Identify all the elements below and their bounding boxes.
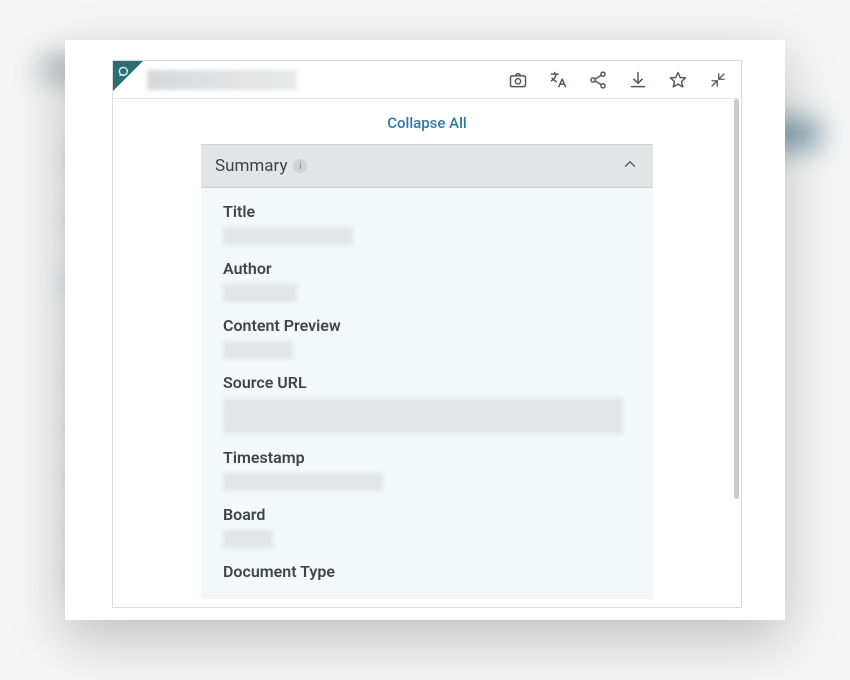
app-badge-icon <box>113 61 143 91</box>
translate-icon[interactable] <box>547 69 569 91</box>
summary-section-body: Title Author Content Preview Source URL … <box>201 188 653 599</box>
minimize-icon[interactable] <box>707 69 729 91</box>
field-label: Title <box>223 202 653 221</box>
field-source-url: Source URL <box>223 363 653 438</box>
field-value-redacted <box>223 227 353 245</box>
share-icon[interactable] <box>587 69 609 91</box>
download-icon[interactable] <box>627 69 649 91</box>
field-label: Document Type <box>223 562 653 581</box>
field-value-redacted <box>223 341 293 359</box>
field-label: Timestamp <box>223 448 653 467</box>
scrollbar[interactable] <box>734 99 739 499</box>
field-value-redacted <box>223 530 273 548</box>
field-value-redacted <box>223 473 383 491</box>
collapse-all-link[interactable]: Collapse All <box>387 114 467 132</box>
field-value-redacted <box>223 398 623 434</box>
summary-section: Summary i Title Author Content Preview S… <box>201 144 653 599</box>
field-label: Source URL <box>223 373 653 392</box>
collapse-row: Collapse All <box>113 99 741 144</box>
field-content-preview: Content Preview <box>223 306 653 363</box>
field-timestamp: Timestamp <box>223 438 653 495</box>
field-label: Board <box>223 505 653 524</box>
summary-section-header[interactable]: Summary i <box>201 144 653 188</box>
detail-panel: Collapse All Summary i Title Author Cont… <box>112 60 742 608</box>
toolbar-actions <box>507 69 741 91</box>
chevron-up-icon <box>621 155 639 178</box>
section-title: Summary <box>215 156 287 176</box>
field-value-redacted <box>223 284 297 302</box>
field-document-type: Document Type <box>223 552 653 591</box>
panel-toolbar <box>113 61 741 99</box>
field-board: Board <box>223 495 653 552</box>
field-title: Title <box>223 192 653 249</box>
info-icon[interactable]: i <box>293 159 307 173</box>
field-label: Author <box>223 259 653 278</box>
camera-icon[interactable] <box>507 69 529 91</box>
star-icon[interactable] <box>667 69 689 91</box>
panel-title-redacted <box>147 70 297 90</box>
field-author: Author <box>223 249 653 306</box>
field-label: Content Preview <box>223 316 653 335</box>
